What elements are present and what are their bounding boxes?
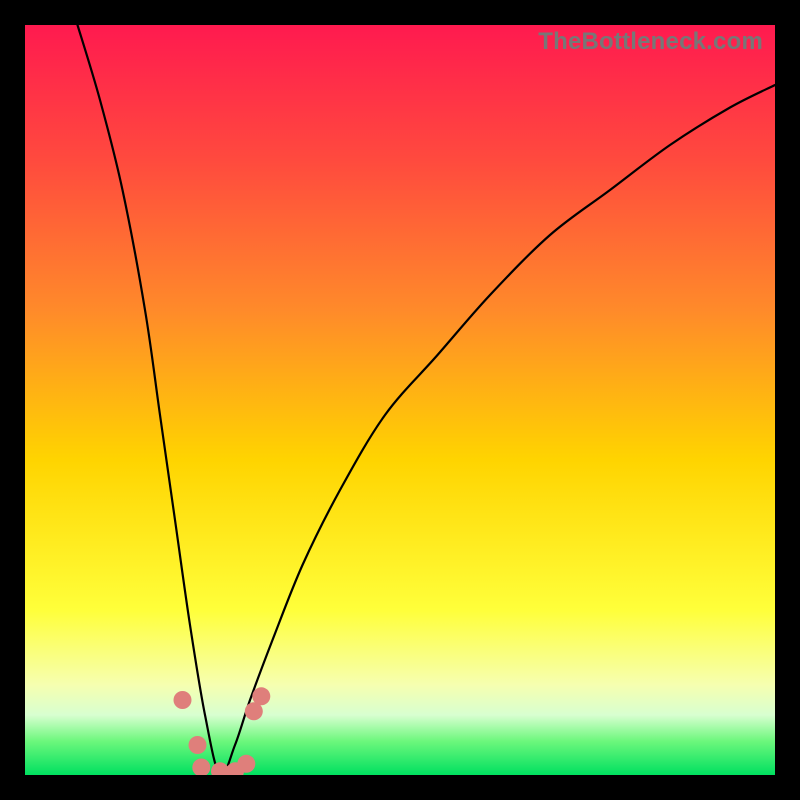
curve-markers — [174, 687, 271, 775]
data-point — [189, 736, 207, 754]
data-point — [174, 691, 192, 709]
curve-path — [78, 25, 776, 775]
plot-area: TheBottleneck.com — [25, 25, 775, 775]
data-point — [252, 687, 270, 705]
bottleneck-curve — [25, 25, 775, 775]
chart-frame: TheBottleneck.com — [0, 0, 800, 800]
data-point — [237, 755, 255, 773]
watermark-text: TheBottleneck.com — [538, 28, 763, 56]
data-point — [192, 759, 210, 776]
